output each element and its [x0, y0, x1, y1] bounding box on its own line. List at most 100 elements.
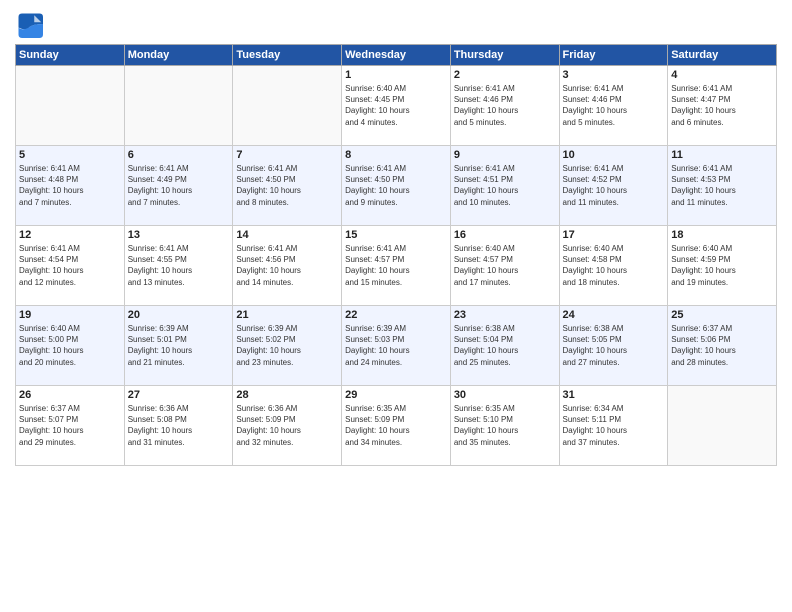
day-info: Sunrise: 6:35 AM Sunset: 5:09 PM Dayligh…: [345, 403, 447, 448]
calendar-cell: 14Sunrise: 6:41 AM Sunset: 4:56 PM Dayli…: [233, 226, 342, 306]
calendar-cell: 12 Sunrise: 6:41 AM Sunset: 4:54 PM Dayli…: [16, 226, 125, 306]
day-info: Sunrise: 6:41 AM Sunset: 4:55 PM Dayligh…: [128, 243, 230, 288]
calendar-cell: 20 Sunrise: 6:39 AM Sunset: 5:01 PM Dayli…: [124, 306, 233, 386]
day-number: 8: [345, 149, 447, 161]
day-info: Sunrise: 6:41 AM Sunset: 4:52 PM Dayligh…: [563, 163, 665, 208]
calendar-cell: 7 Sunrise: 6:41 AM Sunset: 4:50 PM Daylig…: [233, 146, 342, 226]
day-number: 26: [19, 389, 121, 401]
calendar-cell: 17 Sunrise: 6:40 AM Sunset: 4:58 PM Dayli…: [559, 226, 668, 306]
day-info: Sunrise: 6:41 AM Sunset: 4:47 PM Dayligh…: [671, 83, 773, 128]
day-number: 19: [19, 309, 121, 321]
day-number: 18: [671, 229, 773, 241]
weekday-header-wednesday: Wednesday: [342, 45, 451, 66]
day-info: Sunrise: 6:40 AM Sunset: 4:59 PM Dayligh…: [671, 243, 773, 288]
day-info: Sunrise: 6:38 AM Sunset: 5:04 PM Dayligh…: [454, 323, 556, 368]
day-number: 2: [454, 69, 556, 81]
weekday-header-friday: Friday: [559, 45, 668, 66]
calendar-cell: 9 Sunrise: 6:41 AM Sunset: 4:51 PM Daylig…: [450, 146, 559, 226]
day-info: Sunrise: 6:39 AM Sunset: 5:03 PM Dayligh…: [345, 323, 447, 368]
calendar-cell: [233, 66, 342, 146]
calendar-cell: 10 Sunrise: 6:41 AM Sunset: 4:52 PM Dayli…: [559, 146, 668, 226]
day-info: Sunrise: 6:39 AM Sunset: 5:01 PM Dayligh…: [128, 323, 230, 368]
calendar-cell: 30 Sunrise: 6:35 AM Sunset: 5:10 PM Dayli…: [450, 386, 559, 466]
day-number: 12: [19, 229, 121, 241]
day-info: Sunrise: 6:40 AM Sunset: 4:45 PM Dayligh…: [345, 83, 447, 128]
calendar-cell: [16, 66, 125, 146]
day-info: Sunrise: 6:39 AM Sunset: 5:02 PM Dayligh…: [236, 323, 338, 368]
calendar-cell: 3Sunrise: 6:41 AM Sunset: 4:46 PM Daylig…: [559, 66, 668, 146]
day-number: 6: [128, 149, 230, 161]
calendar-cell: 22Sunrise: 6:39 AM Sunset: 5:03 PM Dayli…: [342, 306, 451, 386]
day-number: 7: [236, 149, 338, 161]
calendar-cell: 27 Sunrise: 6:36 AM Sunset: 5:08 PM Dayli…: [124, 386, 233, 466]
calendar-cell: 4 Sunrise: 6:41 AM Sunset: 4:47 PM Daylig…: [668, 66, 777, 146]
day-number: 9: [454, 149, 556, 161]
calendar-cell: 1 Sunrise: 6:40 AM Sunset: 4:45 PM Daylig…: [342, 66, 451, 146]
calendar-cell: 31 Sunrise: 6:34 AM Sunset: 5:11 PM Dayli…: [559, 386, 668, 466]
day-info: Sunrise: 6:36 AM Sunset: 5:08 PM Dayligh…: [128, 403, 230, 448]
calendar-cell: 26 Sunrise: 6:37 AM Sunset: 5:07 PM Dayli…: [16, 386, 125, 466]
day-info: Sunrise: 6:40 AM Sunset: 5:00 PM Dayligh…: [19, 323, 121, 368]
day-info: Sunrise: 6:41 AM Sunset: 4:46 PM Dayligh…: [454, 83, 556, 128]
header: [15, 10, 777, 38]
weekday-header-row: SundayMondayTuesdayWednesdayThursdayFrid…: [16, 45, 777, 66]
day-number: 13: [128, 229, 230, 241]
calendar-cell: 5 Sunrise: 6:41 AM Sunset: 4:48 PM Daylig…: [16, 146, 125, 226]
day-number: 24: [563, 309, 665, 321]
day-number: 31: [563, 389, 665, 401]
calendar-cell: 23Sunrise: 6:38 AM Sunset: 5:04 PM Dayli…: [450, 306, 559, 386]
day-number: 10: [563, 149, 665, 161]
day-number: 29: [345, 389, 447, 401]
day-info: Sunrise: 6:40 AM Sunset: 4:57 PM Dayligh…: [454, 243, 556, 288]
week-row-1: 1 Sunrise: 6:40 AM Sunset: 4:45 PM Daylig…: [16, 66, 777, 146]
calendar-cell: 15 Sunrise: 6:41 AM Sunset: 4:57 PM Dayli…: [342, 226, 451, 306]
calendar-cell: 8 Sunrise: 6:41 AM Sunset: 4:50 PM Daylig…: [342, 146, 451, 226]
calendar-cell: 29 Sunrise: 6:35 AM Sunset: 5:09 PM Dayli…: [342, 386, 451, 466]
day-info: Sunrise: 6:41 AM Sunset: 4:56 PM Dayligh…: [236, 243, 338, 288]
calendar-table: SundayMondayTuesdayWednesdayThursdayFrid…: [15, 44, 777, 466]
day-info: Sunrise: 6:40 AM Sunset: 4:58 PM Dayligh…: [563, 243, 665, 288]
week-row-3: 12 Sunrise: 6:41 AM Sunset: 4:54 PM Dayli…: [16, 226, 777, 306]
day-number: 20: [128, 309, 230, 321]
day-number: 1: [345, 69, 447, 81]
calendar-cell: 6 Sunrise: 6:41 AM Sunset: 4:49 PM Daylig…: [124, 146, 233, 226]
logo-icon: [15, 10, 43, 38]
day-info: Sunrise: 6:41 AM Sunset: 4:48 PM Dayligh…: [19, 163, 121, 208]
calendar-cell: 11Sunrise: 6:41 AM Sunset: 4:53 PM Dayli…: [668, 146, 777, 226]
day-number: 21: [236, 309, 338, 321]
calendar-cell: 19 Sunrise: 6:40 AM Sunset: 5:00 PM Dayli…: [16, 306, 125, 386]
day-info: Sunrise: 6:37 AM Sunset: 5:07 PM Dayligh…: [19, 403, 121, 448]
day-info: Sunrise: 6:41 AM Sunset: 4:50 PM Dayligh…: [236, 163, 338, 208]
day-number: 17: [563, 229, 665, 241]
day-info: Sunrise: 6:38 AM Sunset: 5:05 PM Dayligh…: [563, 323, 665, 368]
logo: [15, 10, 47, 38]
day-number: 16: [454, 229, 556, 241]
calendar-cell: 25Sunrise: 6:37 AM Sunset: 5:06 PM Dayli…: [668, 306, 777, 386]
day-info: Sunrise: 6:41 AM Sunset: 4:51 PM Dayligh…: [454, 163, 556, 208]
day-number: 30: [454, 389, 556, 401]
day-number: 15: [345, 229, 447, 241]
day-info: Sunrise: 6:34 AM Sunset: 5:11 PM Dayligh…: [563, 403, 665, 448]
week-row-5: 26 Sunrise: 6:37 AM Sunset: 5:07 PM Dayli…: [16, 386, 777, 466]
day-info: Sunrise: 6:41 AM Sunset: 4:57 PM Dayligh…: [345, 243, 447, 288]
day-number: 5: [19, 149, 121, 161]
day-info: Sunrise: 6:41 AM Sunset: 4:50 PM Dayligh…: [345, 163, 447, 208]
page: SundayMondayTuesdayWednesdayThursdayFrid…: [0, 0, 792, 612]
day-info: Sunrise: 6:35 AM Sunset: 5:10 PM Dayligh…: [454, 403, 556, 448]
weekday-header-thursday: Thursday: [450, 45, 559, 66]
day-number: 4: [671, 69, 773, 81]
day-info: Sunrise: 6:41 AM Sunset: 4:49 PM Dayligh…: [128, 163, 230, 208]
day-number: 25: [671, 309, 773, 321]
weekday-header-monday: Monday: [124, 45, 233, 66]
day-info: Sunrise: 6:41 AM Sunset: 4:54 PM Dayligh…: [19, 243, 121, 288]
day-number: 27: [128, 389, 230, 401]
day-info: Sunrise: 6:41 AM Sunset: 4:46 PM Dayligh…: [563, 83, 665, 128]
week-row-2: 5 Sunrise: 6:41 AM Sunset: 4:48 PM Daylig…: [16, 146, 777, 226]
weekday-header-saturday: Saturday: [668, 45, 777, 66]
calendar-cell: 28Sunrise: 6:36 AM Sunset: 5:09 PM Dayli…: [233, 386, 342, 466]
calendar-cell: 24 Sunrise: 6:38 AM Sunset: 5:05 PM Dayli…: [559, 306, 668, 386]
day-info: Sunrise: 6:41 AM Sunset: 4:53 PM Dayligh…: [671, 163, 773, 208]
calendar-cell: [124, 66, 233, 146]
calendar-cell: 21 Sunrise: 6:39 AM Sunset: 5:02 PM Dayli…: [233, 306, 342, 386]
day-number: 28: [236, 389, 338, 401]
